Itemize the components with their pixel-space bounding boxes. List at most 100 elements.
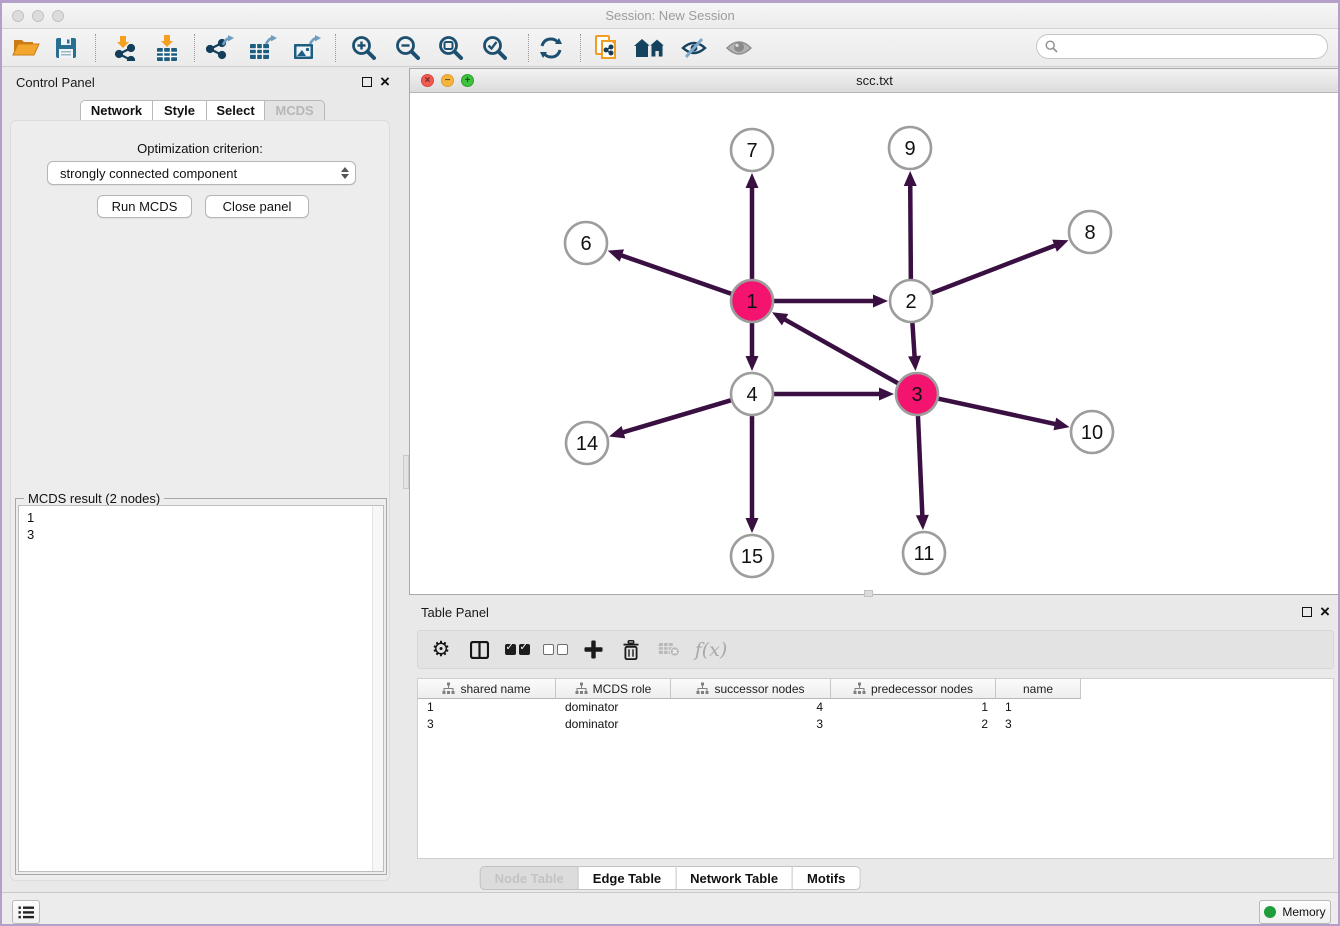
- table-row[interactable]: 3 dominator 3 2 3: [418, 716, 1333, 733]
- column-header-shared-name[interactable]: shared name: [418, 679, 556, 699]
- close-table-panel-icon[interactable]: [1320, 608, 1332, 620]
- eye-slash-icon: [681, 36, 707, 60]
- graph-edge[interactable]: [918, 413, 923, 519]
- table-row[interactable]: 1 dominator 4 1 1: [418, 699, 1333, 716]
- minimize-window-button[interactable]: [32, 10, 44, 22]
- export-network-button[interactable]: [202, 32, 238, 64]
- result-scrollbar[interactable]: [372, 506, 383, 871]
- export-image-button[interactable]: [289, 32, 325, 64]
- tab-network[interactable]: Network: [80, 100, 153, 121]
- tab-mcds[interactable]: MCDS: [265, 100, 325, 121]
- network-graph[interactable]: 7968124314101511: [410, 93, 1339, 594]
- run-mcds-button[interactable]: Run MCDS: [97, 195, 192, 218]
- import-table-icon: [154, 35, 180, 61]
- new-network-from-selection-button[interactable]: [589, 32, 625, 64]
- hierarchy-icon: [853, 682, 866, 695]
- tab-select[interactable]: Select: [207, 100, 265, 121]
- selected-option: strongly connected component: [60, 166, 341, 181]
- toolbar-separator: [335, 34, 336, 62]
- cell-predecessor-nodes: 1: [831, 699, 996, 716]
- close-network-button[interactable]: ×: [421, 74, 434, 87]
- search-input[interactable]: [1063, 40, 1327, 54]
- mcds-result-title: MCDS result (2 nodes): [24, 491, 164, 506]
- zoom-selected-button[interactable]: [477, 32, 513, 64]
- graph-node-label: 9: [904, 138, 915, 160]
- graph-edge-arrowhead: [873, 295, 888, 308]
- column-header-mcds-role[interactable]: MCDS role: [556, 679, 671, 699]
- float-panel-icon[interactable]: [362, 77, 372, 87]
- zoom-in-button[interactable]: [346, 32, 382, 64]
- cell-mcds-role: dominator: [556, 716, 671, 733]
- search-field[interactable]: [1036, 34, 1328, 59]
- trash-icon: [622, 640, 640, 660]
- minimize-network-button[interactable]: −: [441, 74, 454, 87]
- graph-node-label: 8: [1084, 222, 1095, 244]
- graph-edge[interactable]: [910, 182, 911, 282]
- tab-edge-table[interactable]: Edge Table: [579, 866, 676, 890]
- deselect-all-rows-button[interactable]: [536, 633, 574, 667]
- graph-node-label: 14: [576, 433, 598, 455]
- graph-edge[interactable]: [782, 318, 901, 385]
- select-all-rows-button[interactable]: [498, 633, 536, 667]
- task-history-button[interactable]: [12, 900, 40, 924]
- cell-name: 3: [996, 716, 1081, 733]
- zoom-fit-button[interactable]: [433, 32, 469, 64]
- graph-edge[interactable]: [936, 398, 1059, 425]
- tab-network-table[interactable]: Network Table: [676, 866, 793, 890]
- column-header-name[interactable]: name: [996, 679, 1081, 699]
- zoom-out-button[interactable]: [390, 32, 426, 64]
- export-table-button[interactable]: [245, 32, 281, 64]
- import-network-button[interactable]: [106, 32, 142, 64]
- zoom-window-button[interactable]: [52, 10, 64, 22]
- graph-node-label: 7: [746, 140, 757, 162]
- column-header-successor-nodes[interactable]: successor nodes: [671, 679, 831, 699]
- graph-edge-arrowhead: [746, 518, 759, 533]
- node-table[interactable]: shared name MCDS role: [417, 678, 1334, 859]
- open-session-button[interactable]: [8, 32, 44, 64]
- splitter-grip-horizontal[interactable]: [864, 590, 873, 597]
- graph-edge-arrowhead: [746, 356, 759, 371]
- graph-edge[interactable]: [912, 320, 915, 360]
- tab-style[interactable]: Style: [153, 100, 207, 121]
- show-all-button[interactable]: [721, 32, 757, 64]
- export-table-icon: [249, 35, 277, 61]
- delete-column-button[interactable]: [612, 633, 650, 667]
- refresh-view-button[interactable]: [533, 32, 569, 64]
- result-line: 3: [27, 526, 383, 543]
- tab-motifs[interactable]: Motifs: [793, 866, 860, 890]
- graph-edge[interactable]: [618, 254, 734, 295]
- list-icon: [18, 906, 34, 919]
- reset-home-button[interactable]: [632, 32, 668, 64]
- tab-node-table[interactable]: Node Table: [480, 866, 579, 890]
- memory-button[interactable]: Memory: [1259, 900, 1331, 924]
- function-builder-button[interactable]: f(x): [688, 633, 734, 667]
- column-header-predecessor-nodes[interactable]: predecessor nodes: [831, 679, 996, 699]
- table-settings-button[interactable]: ⚙: [422, 633, 460, 667]
- float-table-panel-icon[interactable]: [1302, 607, 1312, 617]
- open-folder-icon: [12, 37, 40, 59]
- graph-edge-arrowhead: [1053, 418, 1069, 431]
- graph-node-label: 1: [746, 291, 757, 313]
- close-window-button[interactable]: [12, 10, 24, 22]
- close-panel-button[interactable]: Close panel: [205, 195, 309, 218]
- import-table-button[interactable]: [149, 32, 185, 64]
- graph-edge[interactable]: [929, 244, 1059, 294]
- show-columns-button[interactable]: [460, 633, 498, 667]
- plus-icon: [584, 640, 603, 659]
- control-panel-header: Control Panel: [2, 67, 398, 97]
- export-image-icon: [293, 35, 321, 61]
- add-column-button[interactable]: [574, 633, 612, 667]
- hide-selected-button[interactable]: [676, 32, 712, 64]
- memory-status-icon: [1264, 906, 1276, 918]
- optimization-criterion-select[interactable]: strongly connected component: [47, 161, 356, 185]
- zoom-out-icon: [395, 35, 421, 61]
- delete-table-button[interactable]: [650, 633, 688, 667]
- graph-node-label: 15: [741, 546, 763, 568]
- close-panel-icon[interactable]: [380, 78, 392, 90]
- maximize-network-button[interactable]: +: [461, 74, 474, 87]
- graph-edge[interactable]: [620, 399, 734, 433]
- splitter-grip-vertical[interactable]: [403, 455, 409, 489]
- save-session-button[interactable]: [48, 32, 84, 64]
- mcds-result-groupbox: MCDS result (2 nodes) 1 3: [15, 498, 387, 875]
- mcds-result-list[interactable]: 1 3: [18, 505, 384, 872]
